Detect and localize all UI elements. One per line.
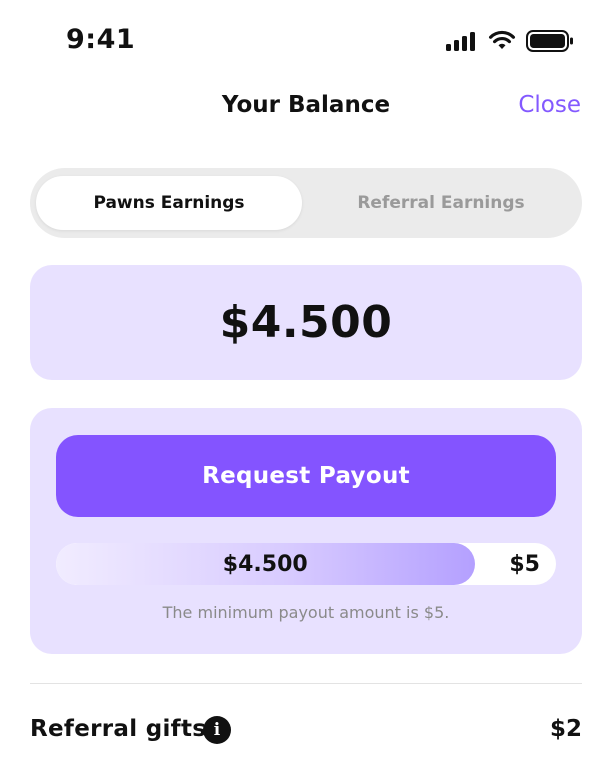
referral-gifts-row: Referral gifts i $2 [30,710,582,754]
balance-screen: 9:41 Your Balance Close Pawns Earnings R… [0,0,612,762]
payout-progress-bar: $4.500 $5 [56,543,556,585]
header: Your Balance Close [0,86,612,130]
divider [30,683,582,684]
progress-target-value: $5 [509,551,540,577]
progress-current-value: $4.500 [222,551,308,577]
referral-gifts-value: $2 [549,716,582,742]
balance-card: $4.500 [30,265,582,380]
info-icon[interactable]: i [203,716,231,744]
tab-referral-earnings[interactable]: Referral Earnings [308,176,574,230]
signal-icon [446,32,475,51]
payout-card: Request Payout $4.500 $5 The minimum pay… [30,408,582,654]
status-time: 9:41 [66,24,136,55]
wifi-icon [489,30,515,49]
request-payout-button[interactable]: Request Payout [56,435,556,517]
balance-amount: $4.500 [219,297,393,348]
payout-progress-fill: $4.500 [56,543,475,585]
battery-icon [526,30,573,52]
payout-minimum-note: The minimum payout amount is $5. [162,603,450,622]
referral-gifts-label: Referral gifts [30,716,207,742]
status-bar: 9:41 [0,0,612,80]
close-button[interactable]: Close [518,92,581,118]
tab-pawns-earnings[interactable]: Pawns Earnings [36,176,302,230]
earnings-tabs: Pawns Earnings Referral Earnings [30,168,582,238]
